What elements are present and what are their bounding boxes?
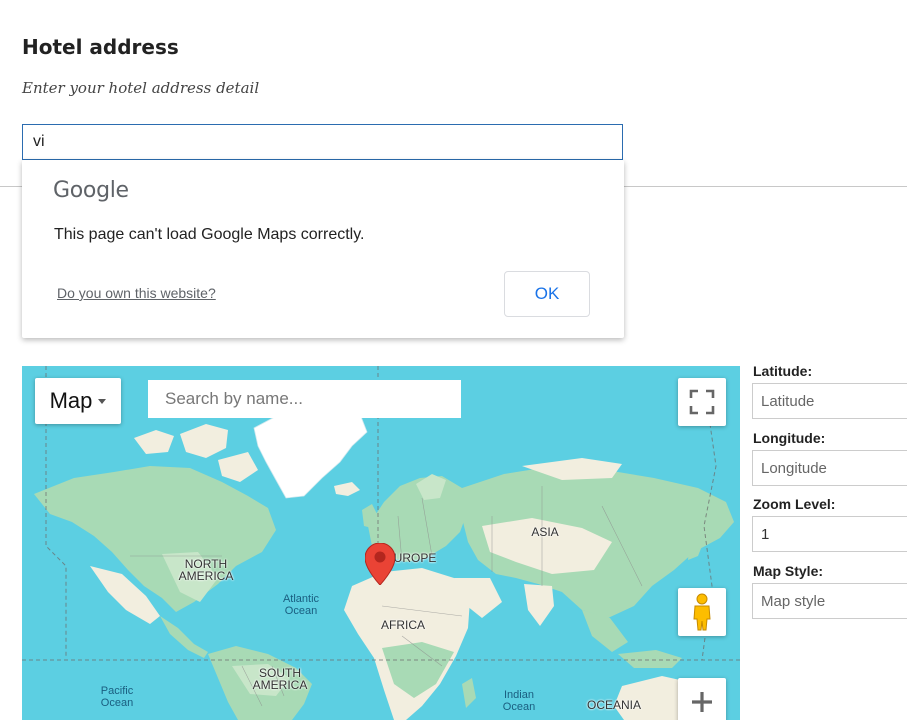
latitude-input[interactable] xyxy=(752,383,907,419)
longitude-input[interactable] xyxy=(752,450,907,486)
label-asia: ASIA xyxy=(531,525,559,539)
own-website-link[interactable]: Do you own this website? xyxy=(57,285,216,301)
label-south-america: SOUTH AMERICA xyxy=(252,666,308,692)
map-style-input[interactable] xyxy=(752,583,907,619)
map-type-dropdown[interactable]: Map xyxy=(35,378,121,424)
location-marker[interactable] xyxy=(365,543,395,585)
caret-down-icon xyxy=(98,398,107,404)
longitude-label: Longitude: xyxy=(753,430,826,446)
maps-error-dialog: Google This page can't load Google Maps … xyxy=(22,160,624,338)
map-canvas[interactable]: NORTH AMERICA SOUTH AMERICA EUROPE ASIA … xyxy=(22,366,740,720)
plus-icon xyxy=(692,692,712,712)
label-pacific-ocean: Pacific Ocean xyxy=(100,685,134,709)
ok-button[interactable]: OK xyxy=(504,271,590,317)
zoom-level-label: Zoom Level: xyxy=(753,496,836,512)
section-description: Enter your hotel address detail xyxy=(22,79,260,97)
section-title: Hotel address xyxy=(22,35,179,59)
map-style-label: Map Style: xyxy=(753,563,824,579)
fullscreen-button[interactable] xyxy=(678,378,726,426)
map-search-input[interactable] xyxy=(148,380,461,418)
label-africa: AFRICA xyxy=(380,618,425,632)
zoom-in-button[interactable] xyxy=(678,678,726,720)
map-type-label: Map xyxy=(49,388,93,413)
zoom-level-input[interactable] xyxy=(752,516,907,552)
google-logo: Google xyxy=(53,178,129,203)
pegman-icon xyxy=(693,593,711,631)
street-view-button[interactable] xyxy=(678,588,726,636)
label-indian-ocean: Indian Ocean xyxy=(502,689,536,713)
latitude-label: Latitude: xyxy=(753,363,813,379)
maps-error-message: This page can't load Google Maps correct… xyxy=(54,226,365,243)
fullscreen-icon xyxy=(689,389,715,415)
label-atlantic-ocean: Atlantic Ocean xyxy=(282,593,320,617)
label-north-america: NORTH AMERICA xyxy=(178,557,234,583)
hotel-address-input[interactable] xyxy=(22,124,623,160)
label-oceania: OCEANIA xyxy=(586,698,641,712)
